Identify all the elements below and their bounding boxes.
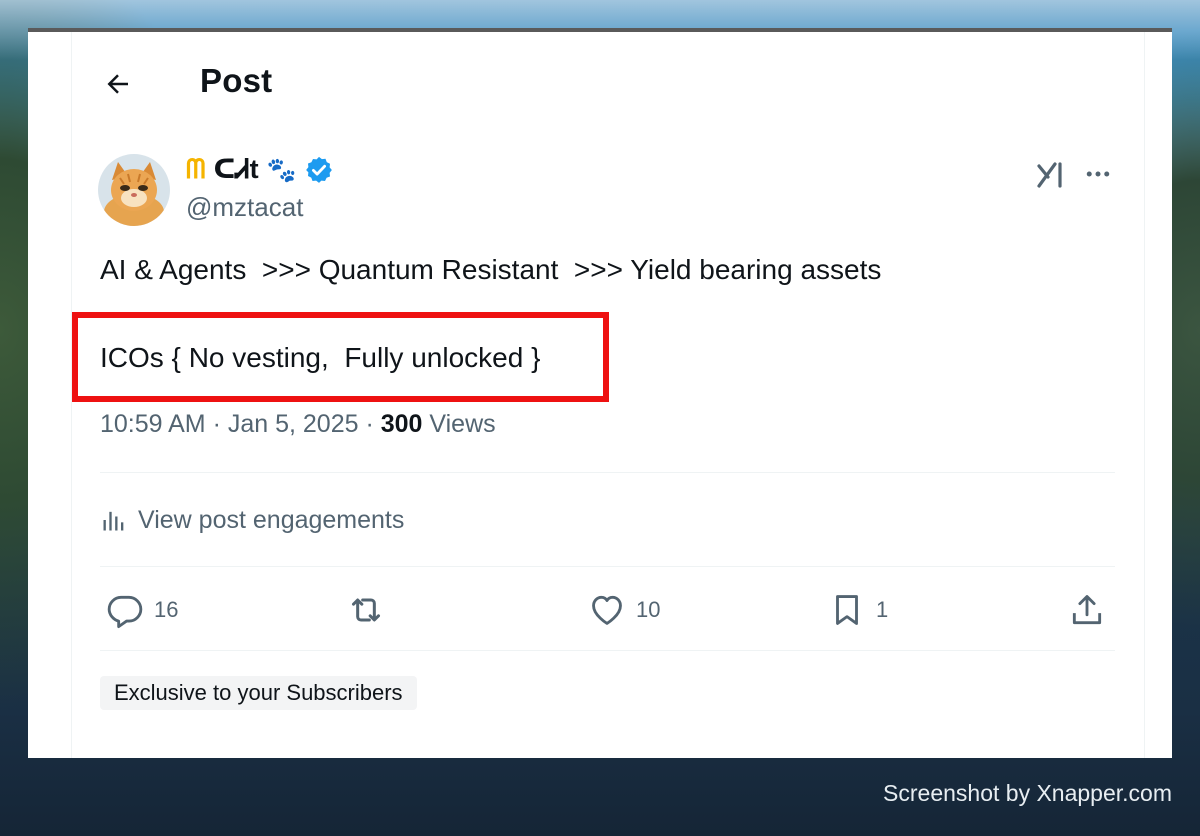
watermark-text: Screenshot by Xnapper.com [883,780,1172,806]
arrow-left-icon [107,74,128,94]
retweet-icon [352,598,380,622]
analytics-icon [103,511,124,531]
avatar[interactable] [98,154,170,226]
post-timestamp[interactable]: 10:59 AM · Jan 5, 2025 · [100,410,381,438]
view-engagements-link[interactable]: View post engagements [100,502,404,538]
more-icon [1086,171,1110,177]
author-handle[interactable]: @mztacat [186,192,303,223]
author-name: ᑕᏗt [213,154,259,184]
like-count: 10 [636,597,661,622]
more-button[interactable] [1080,156,1116,192]
page-title: Post [200,62,273,99]
views-label: Views [422,410,496,438]
back-button[interactable] [98,64,138,104]
divider [100,650,1115,651]
author-name-prefix: ᗰ [186,154,206,184]
reply-button[interactable]: 16 [106,590,178,630]
view-engagements-label: View post engagements [138,505,405,534]
post-window: Post ᗰ ᑕᏗt 🐾 @mztacat AI & Agents >>> Qu… [28,28,1172,758]
grok-button[interactable] [1033,156,1069,192]
author-name-row[interactable]: ᗰ ᑕᏗt 🐾 [186,150,334,190]
share-button[interactable] [1068,590,1106,630]
retweet-button[interactable] [346,590,386,630]
post-meta: 10:59 AM · Jan 5, 2025 · 300 Views [100,410,496,439]
post-text-line-2: ICOs { No vesting, Fully unlocked } [100,342,541,373]
views-count: 300 [380,410,423,438]
reply-icon [107,595,143,629]
bookmark-button[interactable]: 1 [828,590,888,630]
share-icon [1072,595,1102,625]
paw-emoji: 🐾 [266,156,297,184]
like-button[interactable]: 10 [588,590,660,630]
post-text-line-1: AI & Agents >>> Quantum Resistant >>> Yi… [100,254,882,285]
grok-icon [1037,162,1062,188]
verified-badge-icon [306,156,333,183]
divider [100,472,1115,473]
reply-count: 16 [154,597,179,622]
divider [100,566,1115,567]
bookmark-count: 1 [876,597,889,622]
bookmark-icon [836,595,858,625]
heart-icon [592,595,622,625]
subscribers-badge: Exclusive to your Subscribers [100,676,417,710]
